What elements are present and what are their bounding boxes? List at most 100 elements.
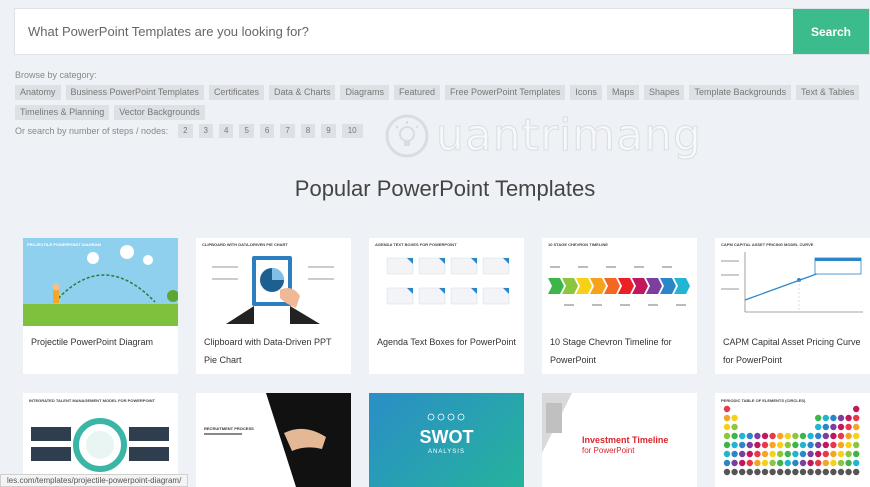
element-dot [731, 423, 738, 431]
category-tag-free[interactable]: Free PowerPoint Templates [445, 85, 566, 100]
element-dot [830, 414, 837, 422]
category-tag-diagrams[interactable]: Diagrams [340, 85, 389, 100]
element-dot [815, 423, 822, 431]
thumbnail-caption: RECRUITMENT PROCESS [204, 426, 254, 431]
element-dot [830, 432, 837, 440]
step-7[interactable]: 7 [280, 124, 295, 138]
template-card-swot[interactable]: SWOT ANALYSIS [369, 393, 524, 487]
element-dot [731, 414, 738, 422]
element-dot [822, 432, 829, 440]
element-dot [853, 432, 860, 440]
lightbulb-logo-icon [385, 114, 429, 157]
category-tag-icons[interactable]: Icons [570, 85, 602, 100]
element-dot [777, 450, 784, 458]
template-card-chevron-timeline[interactable]: 10 STAGE CHEVRON TIMELINE 10 Stage Chevr… [542, 238, 697, 374]
template-thumbnail: AGENDA TEXT BOXES FOR POWERPOINT [369, 238, 524, 326]
element-dot [837, 441, 845, 449]
element-dot [845, 423, 852, 431]
thumbnail-caption: AGENDA TEXT BOXES FOR POWERPOINT [375, 242, 457, 247]
element-dot [777, 468, 784, 476]
element-dot [769, 450, 776, 458]
element-dot [845, 468, 852, 476]
element-dot [807, 432, 814, 440]
element-dot [830, 423, 837, 431]
template-card-investment-timeline[interactable]: Investment Timeline for PowerPoint [542, 393, 697, 487]
category-tag-anatomy[interactable]: Anatomy [15, 85, 61, 100]
category-tag-featured[interactable]: Featured [394, 85, 441, 100]
element-dot [830, 441, 837, 449]
element-dot [837, 432, 845, 440]
element-dot [761, 459, 769, 467]
element-dot [731, 432, 738, 440]
template-card-talent-management[interactable]: INTEGRATED TALENT MANAGEMENT MODEL FOR P… [23, 393, 178, 487]
element-dot [777, 459, 784, 467]
element-dot [792, 432, 799, 440]
step-5[interactable]: 5 [239, 124, 254, 138]
step-2[interactable]: 2 [178, 124, 193, 138]
template-title[interactable]: CAPM Capital Asset Pricing Curve for Pow… [715, 326, 870, 369]
element-dot [723, 450, 731, 458]
element-dot [777, 441, 784, 449]
element-dot [853, 423, 860, 431]
category-tag-text-tables[interactable]: Text & Tables [796, 85, 860, 100]
element-dot [845, 414, 852, 422]
category-tags-row-2: Timelines & Planning Vector Backgrounds [15, 105, 205, 120]
element-dot [845, 450, 852, 458]
search-bar: Search [14, 8, 870, 55]
element-dot [761, 432, 769, 440]
watermark-text: uantrimang [436, 110, 702, 162]
element-dot [799, 468, 807, 476]
element-dot [769, 432, 776, 440]
template-title[interactable]: Clipboard with Data-Driven PPT Pie Chart [196, 326, 351, 369]
template-card-clipboard[interactable]: CLIPBOARD WITH DATA-DRIVEN PIE CHART Cli… [196, 238, 351, 374]
element-dot [723, 423, 731, 431]
element-dot [837, 450, 845, 458]
step-6[interactable]: 6 [259, 124, 275, 138]
element-dot [830, 459, 837, 467]
category-tag-data-charts[interactable]: Data & Charts [268, 85, 336, 100]
element-dot [739, 441, 746, 449]
thumbnail-caption: INTEGRATED TALENT MANAGEMENT MODEL FOR P… [29, 398, 155, 403]
step-10[interactable]: 10 [341, 124, 363, 138]
element-dot [807, 450, 814, 458]
steps-filter: Or search by number of steps / nodes: 2 … [15, 124, 363, 138]
element-dot [746, 432, 753, 440]
template-thumbnail: CLIPBOARD WITH DATA-DRIVEN PIE CHART [196, 238, 351, 326]
template-title[interactable]: 10 Stage Chevron Timeline for PowerPoint [542, 326, 697, 369]
category-tag-maps[interactable]: Maps [606, 85, 639, 100]
element-dot [784, 441, 791, 449]
element-dot [754, 468, 761, 476]
category-tag-timelines[interactable]: Timelines & Planning [15, 105, 110, 120]
element-dot [815, 459, 822, 467]
category-tag-vector-backgrounds[interactable]: Vector Backgrounds [114, 105, 205, 120]
element-dot [784, 459, 791, 467]
element-dot [769, 459, 776, 467]
category-tag-template-backgrounds[interactable]: Template Backgrounds [689, 85, 792, 100]
template-card-agenda[interactable]: AGENDA TEXT BOXES FOR POWERPOINT Agenda … [369, 238, 524, 374]
element-dot [754, 450, 761, 458]
step-4[interactable]: 4 [218, 124, 234, 138]
search-input[interactable] [15, 9, 793, 54]
element-dot [769, 441, 776, 449]
element-dot [822, 468, 829, 476]
search-button[interactable]: Search [793, 9, 869, 54]
element-dot [853, 414, 860, 422]
template-card-recruitment[interactable]: RECRUITMENT PROCESS [196, 393, 351, 487]
template-card-capm[interactable]: CAPM CAPITAL ASSET PRICING MODEL CURVE C… [715, 238, 870, 374]
element-dot [731, 450, 738, 458]
element-dot [837, 414, 845, 422]
element-dot [777, 432, 784, 440]
category-tag-certificates[interactable]: Certificates [208, 85, 264, 100]
template-card-projectile[interactable]: PROJECTILE POWERPOINT DIAGRAM Projectile… [23, 238, 178, 374]
template-title[interactable]: Agenda Text Boxes for PowerPoint [369, 326, 524, 351]
category-tag-shapes[interactable]: Shapes [643, 85, 685, 100]
element-dot [739, 450, 746, 458]
category-tag-business[interactable]: Business PowerPoint Templates [65, 85, 204, 100]
element-dot [739, 468, 746, 476]
template-title[interactable]: Projectile PowerPoint Diagram [23, 326, 178, 351]
step-3[interactable]: 3 [198, 124, 213, 138]
step-8[interactable]: 8 [300, 124, 316, 138]
template-card-periodic-table[interactable]: PERIODIC TABLE OF ELEMENTS (CIRCLES) [715, 393, 870, 487]
element-dot [761, 468, 769, 476]
step-9[interactable]: 9 [321, 124, 336, 138]
